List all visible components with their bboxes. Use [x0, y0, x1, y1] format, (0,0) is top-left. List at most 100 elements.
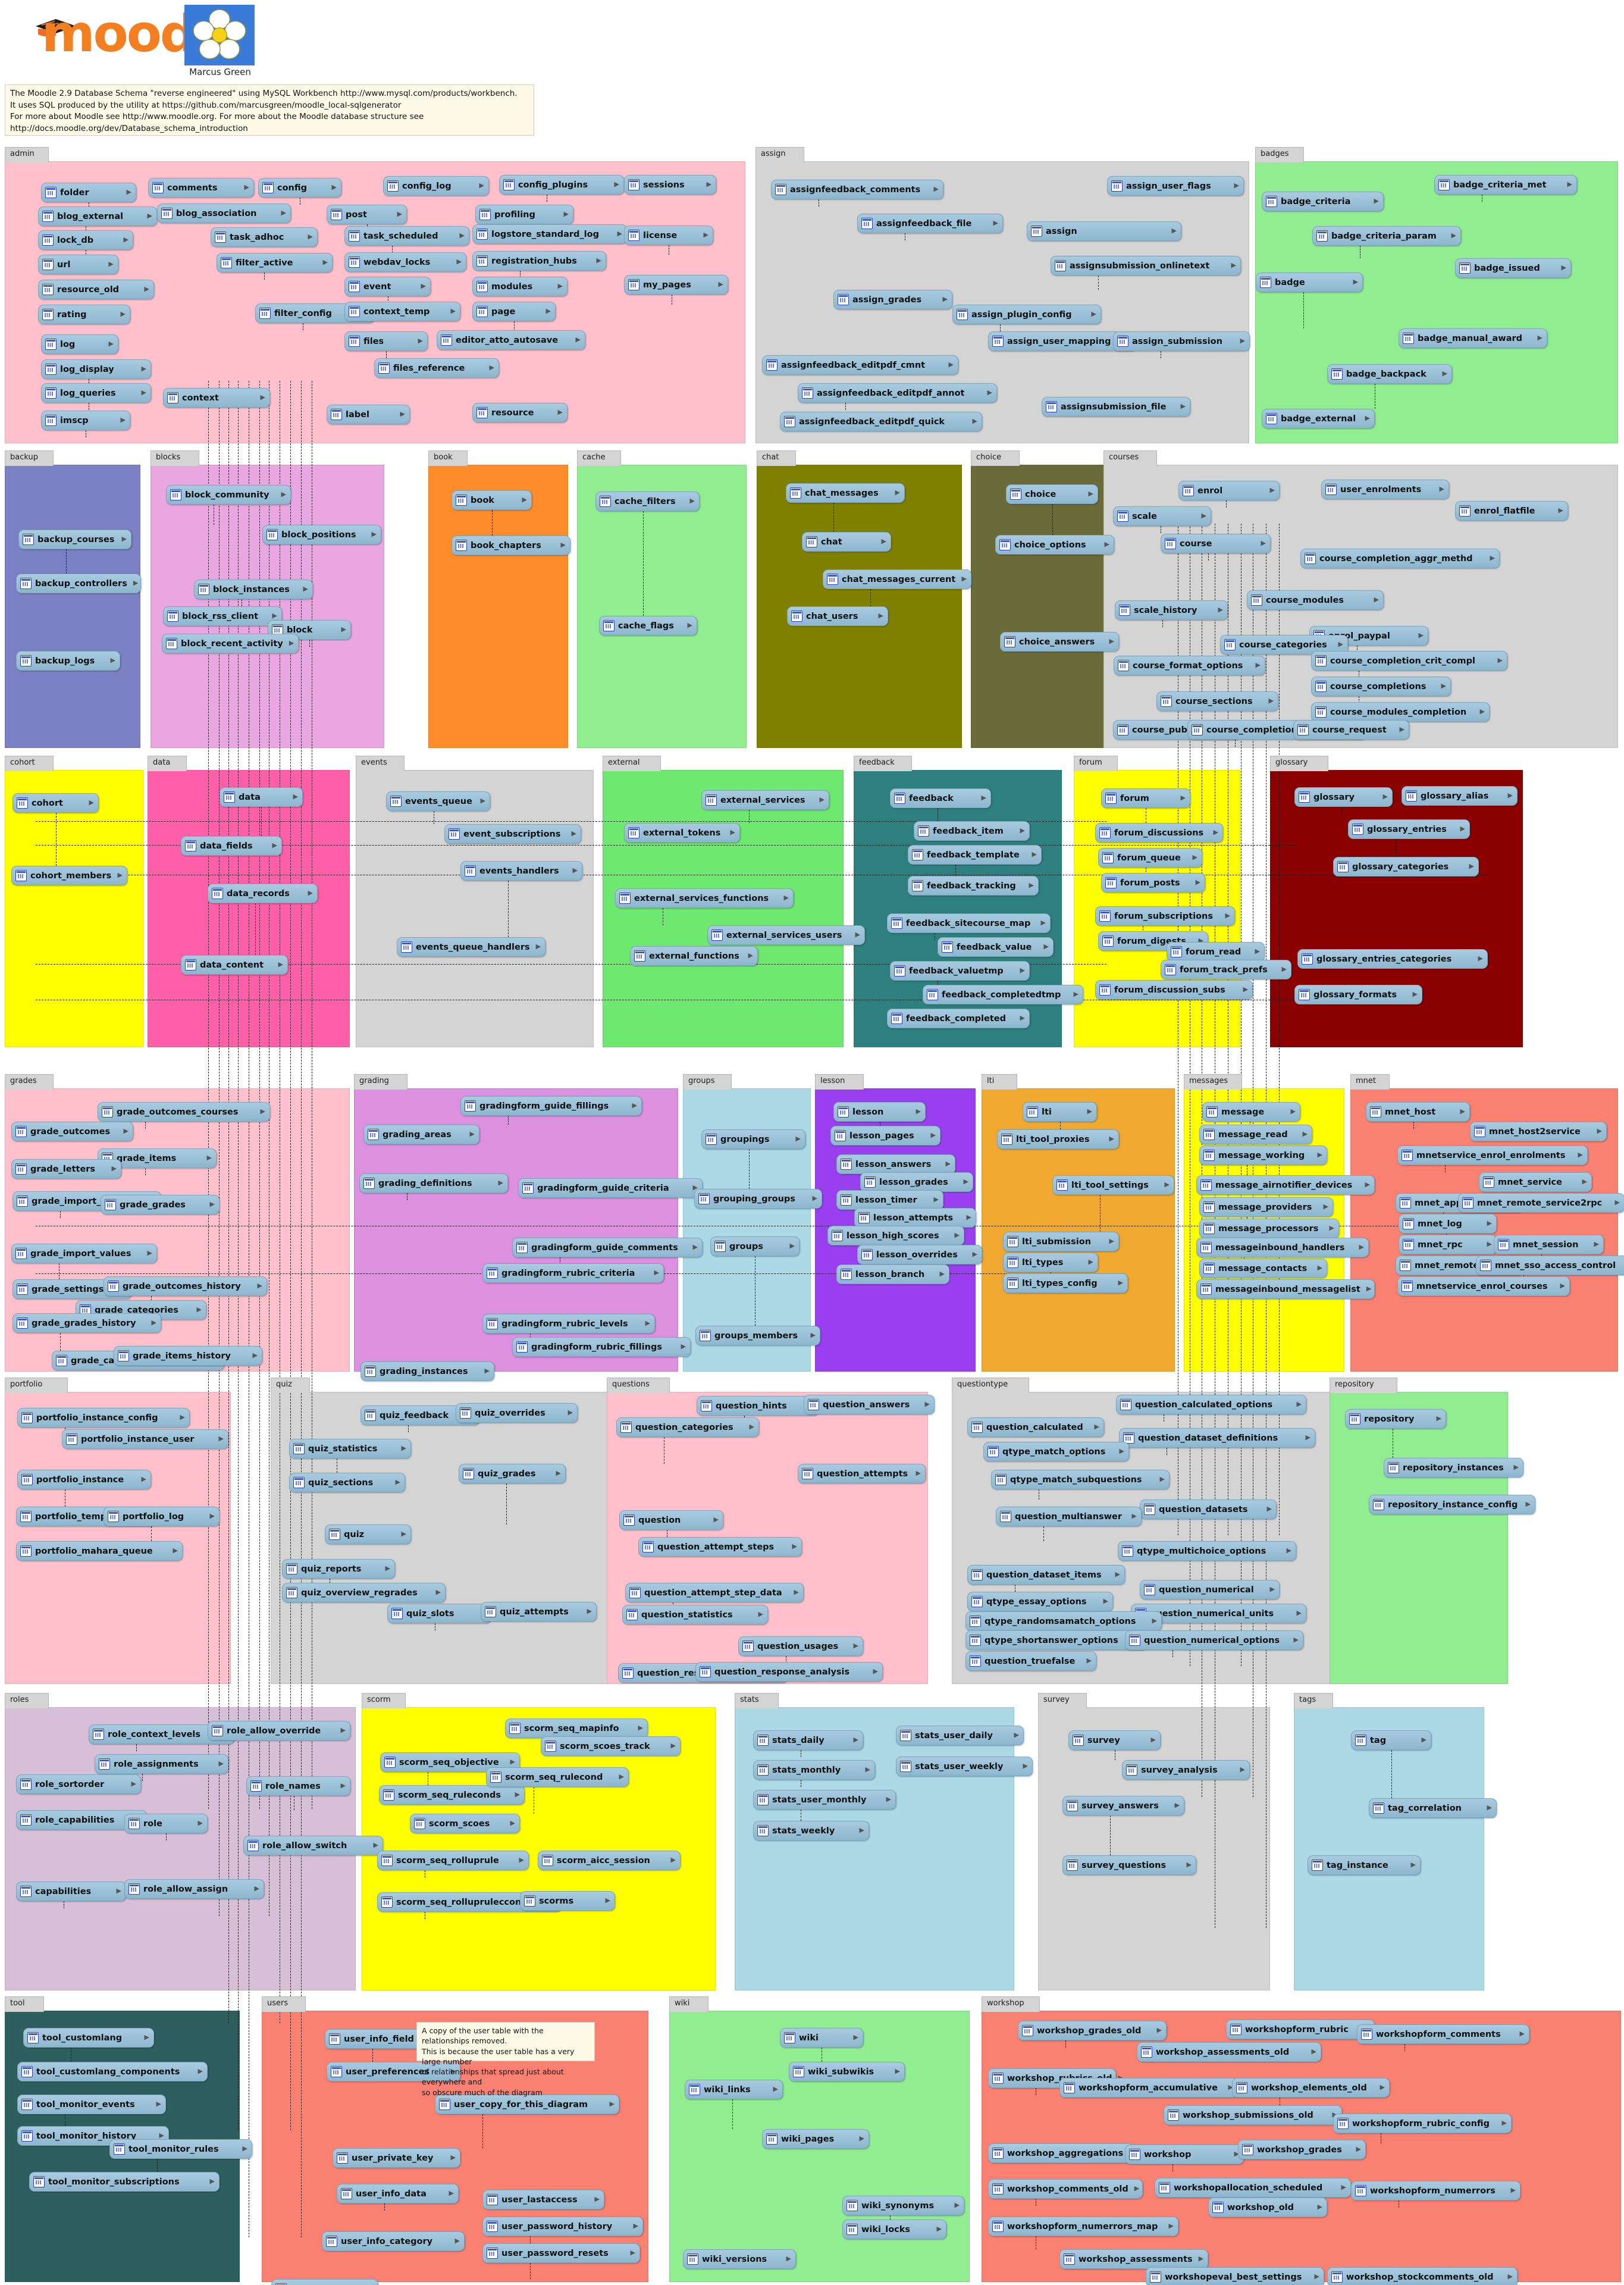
- table-node-resource_old[interactable]: resource_old ▶: [38, 280, 154, 299]
- expand-arrow-icon[interactable]: ▶: [949, 1232, 960, 1239]
- table-node-workshop_assessments[interactable]: workshop_assessments ▶: [1059, 2249, 1208, 2269]
- table-node-tool_monitor_subscriptions[interactable]: tool_monitor_subscriptions ▶: [29, 2172, 220, 2192]
- table-node-imscp[interactable]: imscp ▶: [41, 411, 130, 430]
- expand-arrow-icon[interactable]: ▶: [275, 492, 286, 498]
- table-node-block_recent_activity[interactable]: block_recent_activity ▶: [162, 634, 299, 653]
- table-node-blog_association[interactable]: blog_association ▶: [157, 204, 291, 223]
- expand-arrow-icon[interactable]: ▶: [1333, 641, 1343, 648]
- table-node-badge_criteria_met[interactable]: badge_criteria_met ▶: [1434, 175, 1577, 195]
- expand-arrow-icon[interactable]: ▶: [380, 1566, 390, 1572]
- table-node-role_sortorder[interactable]: role_sortorder ▶: [16, 1774, 141, 1794]
- expand-arrow-icon[interactable]: ▶: [105, 658, 115, 664]
- table-node-enrol_flatfile[interactable]: enrol_flatfile ▶: [1455, 501, 1568, 521]
- table-node-block_community[interactable]: block_community ▶: [166, 485, 291, 505]
- table-node-workshopform_numerrors[interactable]: workshopform_numerrors ▶: [1351, 2181, 1520, 2201]
- expand-arrow-icon[interactable]: ▶: [943, 362, 954, 368]
- table-node-role_names[interactable]: role_names ▶: [246, 1776, 350, 1796]
- table-node-role_allow_assign[interactable]: role_allow_assign ▶: [124, 1879, 264, 1899]
- expand-arrow-icon[interactable]: ▶: [873, 613, 883, 619]
- table-node-badge_criteria_param[interactable]: badge_criteria_param ▶: [1312, 226, 1461, 246]
- expand-arrow-icon[interactable]: ▶: [1237, 987, 1248, 993]
- expand-arrow-icon[interactable]: ▶: [1234, 338, 1245, 345]
- table-node-events_queue[interactable]: events_queue ▶: [386, 791, 490, 811]
- table-node-quiz_grades[interactable]: quiz_grades ▶: [459, 1464, 566, 1483]
- table-node-gradingform_rubric_fillings[interactable]: gradingform_rubric_fillings ▶: [512, 1337, 691, 1357]
- table-node-forum_subscriptions[interactable]: forum_subscriptions ▶: [1095, 906, 1235, 926]
- expand-arrow-icon[interactable]: ▶: [1300, 1435, 1311, 1441]
- table-node-wiki_locks[interactable]: wiki_locks ▶: [842, 2220, 946, 2239]
- expand-arrow-icon[interactable]: ▶: [1306, 2049, 1316, 2055]
- expand-arrow-icon[interactable]: ▶: [139, 2034, 149, 2041]
- expand-arrow-icon[interactable]: ▶: [127, 580, 138, 587]
- table-node-quiz_reports[interactable]: quiz_reports ▶: [282, 1559, 395, 1579]
- table-node-scorm_seq_rolluprule[interactable]: scorm_seq_rolluprule ▶: [377, 1851, 529, 1870]
- table-node-feedback_completedtmp[interactable]: feedback_completedtmp ▶: [923, 985, 1083, 1004]
- table-node-tool_customlang[interactable]: tool_customlang ▶: [23, 2028, 154, 2048]
- table-node-events_queue_handlers[interactable]: events_queue_handlers ▶: [397, 937, 545, 957]
- table-node-book[interactable]: book ▶: [452, 490, 532, 510]
- table-node-question_attempt_steps[interactable]: question_attempt_steps ▶: [638, 1537, 802, 1557]
- expand-arrow-icon[interactable]: ▶: [1086, 311, 1096, 318]
- table-node-context[interactable]: context ▶: [163, 388, 270, 408]
- expand-arrow-icon[interactable]: ▶: [1264, 487, 1275, 494]
- table-node-lti_tool_proxies[interactable]: lti_tool_proxies ▶: [997, 1129, 1119, 1149]
- expand-arrow-icon[interactable]: ▶: [326, 184, 337, 191]
- table-node-glossary_entries_categories[interactable]: glossary_entries_categories ▶: [1297, 949, 1488, 969]
- table-node-survey[interactable]: survey ▶: [1068, 1730, 1161, 1750]
- expand-arrow-icon[interactable]: ▶: [558, 211, 569, 218]
- expand-arrow-icon[interactable]: ▶: [1112, 1280, 1123, 1287]
- table-node-workshop_grades_old[interactable]: workshop_grades_old ▶: [1018, 2021, 1167, 2040]
- table-node-stats_monthly[interactable]: stats_monthly ▶: [753, 1760, 875, 1780]
- table-node-log[interactable]: log ▶: [41, 334, 118, 354]
- table-node-forum_posts[interactable]: forum_posts ▶: [1101, 873, 1205, 893]
- table-node-badge_backpack[interactable]: badge_backpack ▶: [1327, 364, 1452, 384]
- expand-arrow-icon[interactable]: ▶: [854, 1827, 864, 1834]
- expand-arrow-icon[interactable]: ▶: [1023, 882, 1034, 889]
- expand-arrow-icon[interactable]: ▶: [136, 390, 146, 396]
- table-node-mnet_log[interactable]: mnet_log ▶: [1399, 1214, 1497, 1234]
- table-node-portfolio_instance_user[interactable]: portfolio_instance_user ▶: [62, 1429, 228, 1449]
- expand-arrow-icon[interactable]: ▶: [317, 259, 328, 266]
- expand-arrow-icon[interactable]: ▶: [394, 411, 405, 418]
- table-node-lesson_timer[interactable]: lesson_timer ▶: [836, 1190, 943, 1210]
- expand-arrow-icon[interactable]: ▶: [275, 210, 286, 217]
- expand-arrow-icon[interactable]: ▶: [126, 1781, 136, 1788]
- expand-arrow-icon[interactable]: ▶: [1276, 966, 1287, 973]
- table-node-workshopform_comments[interactable]: workshopform_comments ▶: [1357, 2024, 1529, 2044]
- table-node-lti_types[interactable]: lti_types ▶: [1003, 1253, 1098, 1272]
- table-node-events_handlers[interactable]: events_handlers ▶: [460, 861, 582, 881]
- table-node-portfolio_log[interactable]: portfolio_log ▶: [104, 1507, 220, 1526]
- table-node-chat[interactable]: chat ▶: [802, 532, 891, 552]
- expand-arrow-icon[interactable]: ▶: [1068, 991, 1079, 998]
- expand-arrow-icon[interactable]: ▶: [786, 1544, 797, 1550]
- table-node-folder[interactable]: folder ▶: [41, 183, 136, 202]
- table-node-tool_monitor_events[interactable]: tool_monitor_events ▶: [17, 2095, 166, 2114]
- table-node-lti_types_config[interactable]: lti_types_config ▶: [1003, 1273, 1128, 1293]
- expand-arrow-icon[interactable]: ▶: [1151, 2027, 1162, 2034]
- expand-arrow-icon[interactable]: ▶: [854, 2136, 864, 2142]
- expand-arrow-icon[interactable]: ▶: [1454, 826, 1465, 832]
- expand-arrow-icon[interactable]: ▶: [1099, 541, 1109, 548]
- expand-arrow-icon[interactable]: ▶: [142, 213, 152, 220]
- table-node-feedback_value[interactable]: feedback_value ▶: [938, 937, 1054, 957]
- table-node-external_functions[interactable]: external_functions ▶: [630, 946, 758, 966]
- table-node-gradingform_guide_comments[interactable]: gradingform_guide_comments ▶: [512, 1238, 703, 1257]
- expand-arrow-icon[interactable]: ▶: [366, 531, 377, 538]
- table-node-qtype_multichoice_options[interactable]: qtype_multichoice_options ▶: [1118, 1541, 1296, 1561]
- table-node-stats_user_weekly[interactable]: stats_user_weekly ▶: [896, 1757, 1033, 1776]
- table-node-workshopform_rubric_config[interactable]: workshopform_rubric_config ▶: [1333, 2114, 1512, 2133]
- expand-arrow-icon[interactable]: ▶: [940, 1161, 951, 1167]
- expand-arrow-icon[interactable]: ▶: [335, 1783, 346, 1789]
- expand-arrow-icon[interactable]: ▶: [390, 1479, 400, 1486]
- expand-arrow-icon[interactable]: ▶: [625, 2250, 635, 2256]
- expand-arrow-icon[interactable]: ▶: [628, 2223, 638, 2230]
- table-node-workshop_assessments_old[interactable]: workshop_assessments_old ▶: [1137, 2042, 1321, 2062]
- expand-arrow-icon[interactable]: ▶: [725, 830, 735, 836]
- expand-arrow-icon[interactable]: ▶: [1405, 1862, 1416, 1868]
- table-node-repository_instance_config[interactable]: repository_instance_config ▶: [1369, 1495, 1535, 1514]
- expand-arrow-icon[interactable]: ▶: [1098, 1598, 1108, 1605]
- table-node-context_temp[interactable]: context_temp ▶: [344, 302, 460, 321]
- table-node-qtype_match_subquestions[interactable]: qtype_match_subquestions ▶: [991, 1470, 1170, 1489]
- expand-arrow-icon[interactable]: ▶: [412, 338, 423, 345]
- table-node-external_tokens[interactable]: external_tokens ▶: [624, 823, 740, 843]
